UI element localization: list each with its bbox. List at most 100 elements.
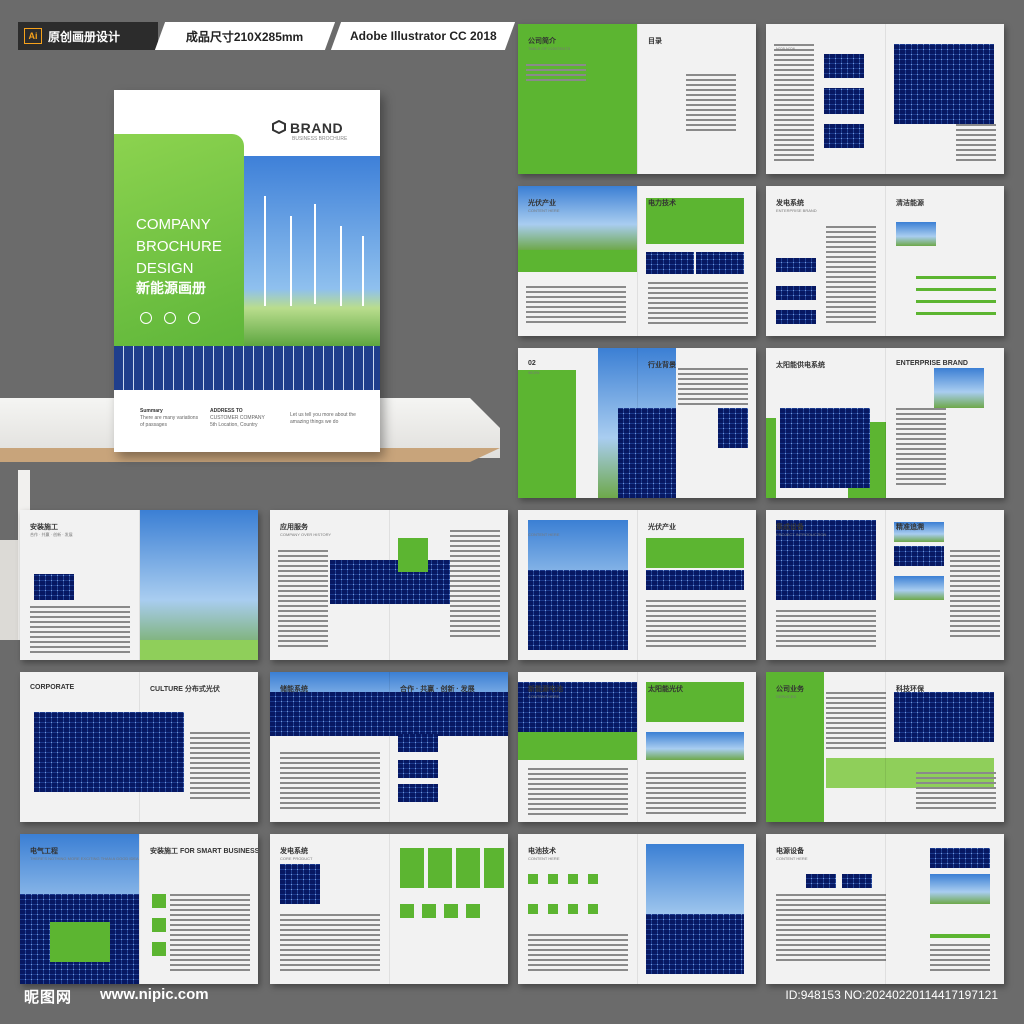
green-panel [548,904,558,914]
spread-title: 电源设备 [776,848,804,855]
text-block [646,600,746,650]
site-url: www.nipic.com [100,986,209,1003]
brochure-spread: 电气工程 安装施工 FOR SMART BUSINESS THERE'S NOTHI… [20,834,258,984]
header-size-tag: 成品尺寸210X285mm [154,22,336,50]
address-text: CUSTOMER COMPANY 5th Location, Country [210,415,265,428]
photo-block [696,252,744,274]
spread-subtitle: COMPANY OVER HISTORY [280,532,332,537]
spread-subtitle: N°05 N°06 [776,46,795,51]
photo-block [930,874,990,904]
text-block [526,64,586,84]
photo-block [894,546,944,566]
spread-title: 公司简介 [528,38,556,45]
spread-subtitle: 合作 · 共赢 · 创新 · 发展 [30,532,73,537]
header-label-3: Adobe Illustrator CC 2018 [349,29,497,43]
text-block [930,944,990,974]
green-panel [444,904,458,918]
spread-subtitle: CONTENT HERE [528,694,560,699]
photo-block [824,88,864,114]
text-block [774,44,814,164]
photo-block [398,734,438,752]
photo-block [528,570,628,650]
photo-block [930,848,990,868]
photo-block [398,760,438,778]
brochure-spread: 电池技术 CONTENT HERE [518,834,756,984]
cover-title-line-2: BROCHURE [136,238,222,255]
spread-title: 应用服务 [280,524,308,531]
text-block [826,226,876,326]
spread-subtitle: ENTERPRISE BRAND [776,208,817,213]
text-block [776,894,886,964]
brochure-spread: 集成设备 精准追溯 PROJECT INTRODUCTION [766,510,1004,660]
photo-block [776,310,816,324]
brochure-spread: 新能源电池 太阳能光伏 CONTENT HERE [518,672,756,822]
spread-subtitle: THERE'S NOTHING MORE EXCITING THAN A GOO… [30,856,139,861]
green-panel [466,904,480,918]
hexagon-logo-icon [272,120,286,134]
photo-block [646,252,694,274]
photo-block [518,186,637,250]
spread-subtitle: CONTENT HERE [528,532,560,537]
brochure-spread: 安装施工 合作 · 共赢 · 创新 · 发展 [20,510,258,660]
image-id: ID:948153 NO:20240220114417197121 [785,988,998,1002]
tell-text: Let us tell you more about the amazing t… [290,412,356,425]
spread-title: CORPORATE [30,684,75,691]
photo-block [34,574,74,600]
spread-title: 集成设备 [776,524,804,531]
spread-title: 太阳能供电系统 [776,362,825,369]
spread-title: 公司业务 [776,686,804,693]
green-panel [766,418,776,498]
brochure-spread: 太阳能供电系统 ENTERPRISE BRAND [766,348,1004,498]
spread-title-2: 清洁能源 [896,200,924,207]
summary-text: There are many variations of passages [140,415,199,428]
photo-block [842,874,872,888]
spread-subtitle: CONTENT HERE [528,856,560,861]
circle-icon [164,312,176,324]
spread-subtitle: 98.5% [528,370,540,375]
spread-subtitle: TABLE OF CONTENTS [528,46,571,51]
photo-block [776,286,816,300]
green-panel [400,904,414,918]
address-title: ADDRESS TO [210,408,243,414]
text-block [280,752,380,812]
spread-title-2: 安装施工 FOR SMART BUSINESS [150,848,258,855]
cover-title-cn: 新能源画册 [136,280,206,296]
green-panel [646,538,744,568]
header-software-tag: Adobe Illustrator CC 2018 [330,22,516,50]
spread-title-2: 光伏产业 [648,524,676,531]
green-panel [930,934,990,938]
text-block [950,550,1000,640]
spread-title-2: CULTURE 分布式光伏 [150,686,220,693]
brochure-spread: N°05 N°06 [766,24,1004,174]
brochure-spread: 公司简介 目录 TABLE OF CONTENTS [518,24,756,174]
spread-title-2: 行业背景 [648,362,676,369]
photo-block [330,560,450,604]
text-block [526,286,626,326]
text-block [280,914,380,974]
text-block [826,692,886,752]
brochure-spread: 02 行业背景 98.5% [518,348,756,498]
header-label-original: Ai 原创画册设计 [18,22,158,50]
brochure-spread: 光伏产业 CONTENT HERE [518,510,756,660]
brochure-spread: 电源设备 CONTENT HERE [766,834,1004,984]
photo-block [780,408,870,488]
site-logo: 昵图网 [24,989,73,1006]
text-block [776,610,876,650]
cover-title-line-1: COMPANY [136,216,211,233]
text-block [956,124,996,164]
photo-block [824,54,864,78]
cover-brand-sub: BUSINESS BROCHURE [292,136,348,142]
photo-block [34,712,184,792]
cover-brand: BRAND [290,120,344,136]
text-block [896,408,946,488]
text-block [450,530,500,640]
spread-title: 新能源电池 [528,686,563,693]
green-panel [398,538,428,572]
cover-title-en: COMPANY BROCHURE DESIGN [136,214,222,280]
text-block [278,550,328,650]
photo-block [934,368,984,408]
spread-title-2: 目录 [648,38,662,45]
text-block [528,768,628,816]
green-panel [428,848,452,888]
photo-block [646,914,744,974]
